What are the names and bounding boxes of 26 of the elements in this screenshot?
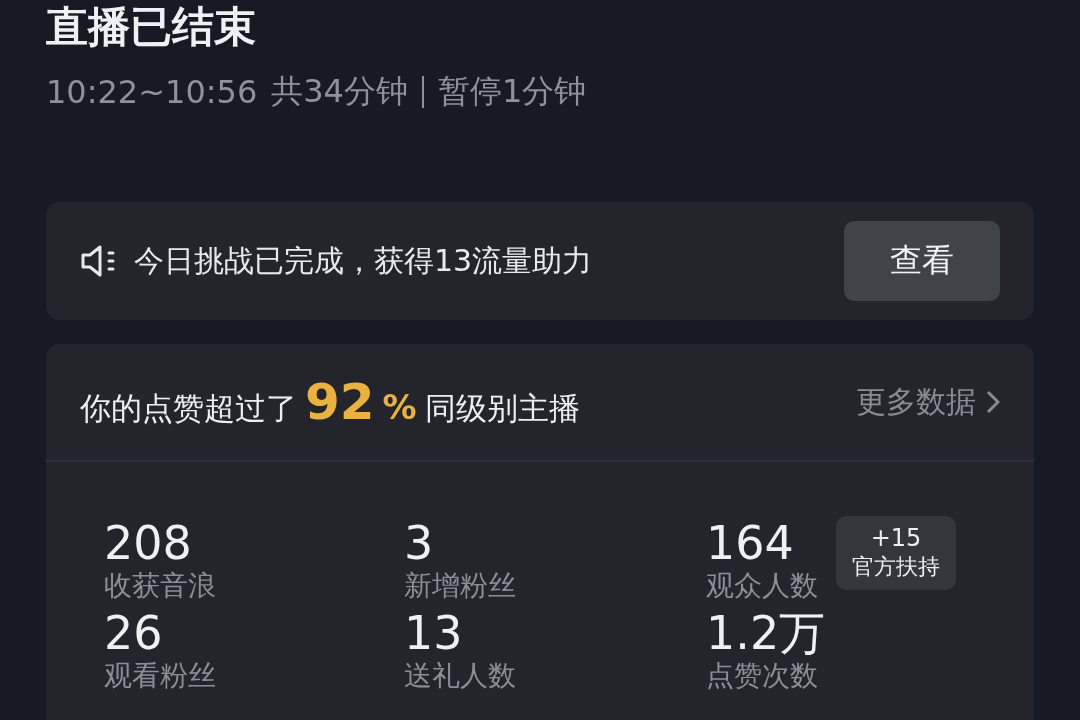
badge-label: 官方扶持 — [852, 553, 940, 582]
view-button[interactable]: 查看 — [844, 221, 1000, 302]
summary-text: 你的点赞超过了 — [80, 389, 297, 429]
time-range: 10:22~10:56 — [46, 73, 258, 112]
stat-label: 点赞次数 — [706, 658, 818, 693]
stat-value: 164 — [706, 518, 794, 569]
notice-text: 今日挑战已完成，获得13流量助力 — [134, 241, 594, 280]
stat-label: 新增粉丝 — [404, 568, 516, 603]
stat-label: 收获音浪 — [104, 568, 216, 603]
more-data-link[interactable]: 更多数据 — [856, 381, 1000, 423]
percent-sign: % — [382, 387, 417, 428]
duration-text: 共34分钟 — [271, 71, 408, 113]
chevron-right-icon — [986, 390, 1000, 415]
stat-value: 3 — [404, 518, 434, 569]
stat-value: 13 — [404, 608, 463, 659]
badge-value: +15 — [870, 524, 922, 553]
stat-label: 送礼人数 — [404, 658, 516, 693]
stat-value: 1.2万 — [706, 608, 826, 659]
stat-value: 26 — [104, 608, 163, 659]
stat-label: 观看粉丝 — [104, 658, 216, 693]
summary-suffix: 同级别主播 — [424, 389, 580, 429]
percent-value: 92 — [305, 373, 375, 432]
stat-value: 208 — [104, 518, 192, 569]
page-title: 直播已结束 — [46, 4, 257, 51]
pause-text: 暂停1分钟 — [437, 71, 587, 113]
stat-label: 观众人数 — [706, 568, 818, 603]
